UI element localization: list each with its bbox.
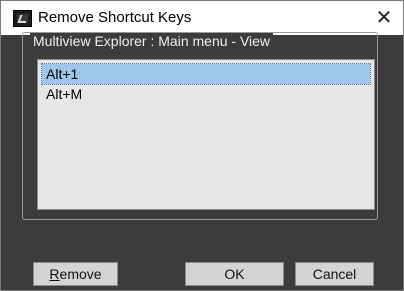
shortcut-item-alt-1[interactable]: Alt+1 [41, 63, 371, 85]
window-title: Remove Shortcut Keys [38, 9, 192, 26]
shortcut-item-alt-m[interactable]: Alt+M [42, 84, 370, 104]
title-bar: Remove Shortcut Keys ✕ [1, 1, 403, 35]
app-icon [13, 10, 32, 27]
remove-label: emove [59, 266, 102, 282]
ok-button[interactable]: OK [185, 262, 284, 286]
remove-accelerator: R [49, 266, 60, 282]
remove-button[interactable]: Remove [33, 262, 118, 286]
cancel-button[interactable]: Cancel [295, 262, 374, 286]
shortcut-list[interactable]: Alt+1 Alt+M [37, 59, 375, 210]
group-label: Multiview Explorer : Main menu - View [30, 33, 274, 49]
close-icon[interactable]: ✕ [369, 4, 399, 32]
